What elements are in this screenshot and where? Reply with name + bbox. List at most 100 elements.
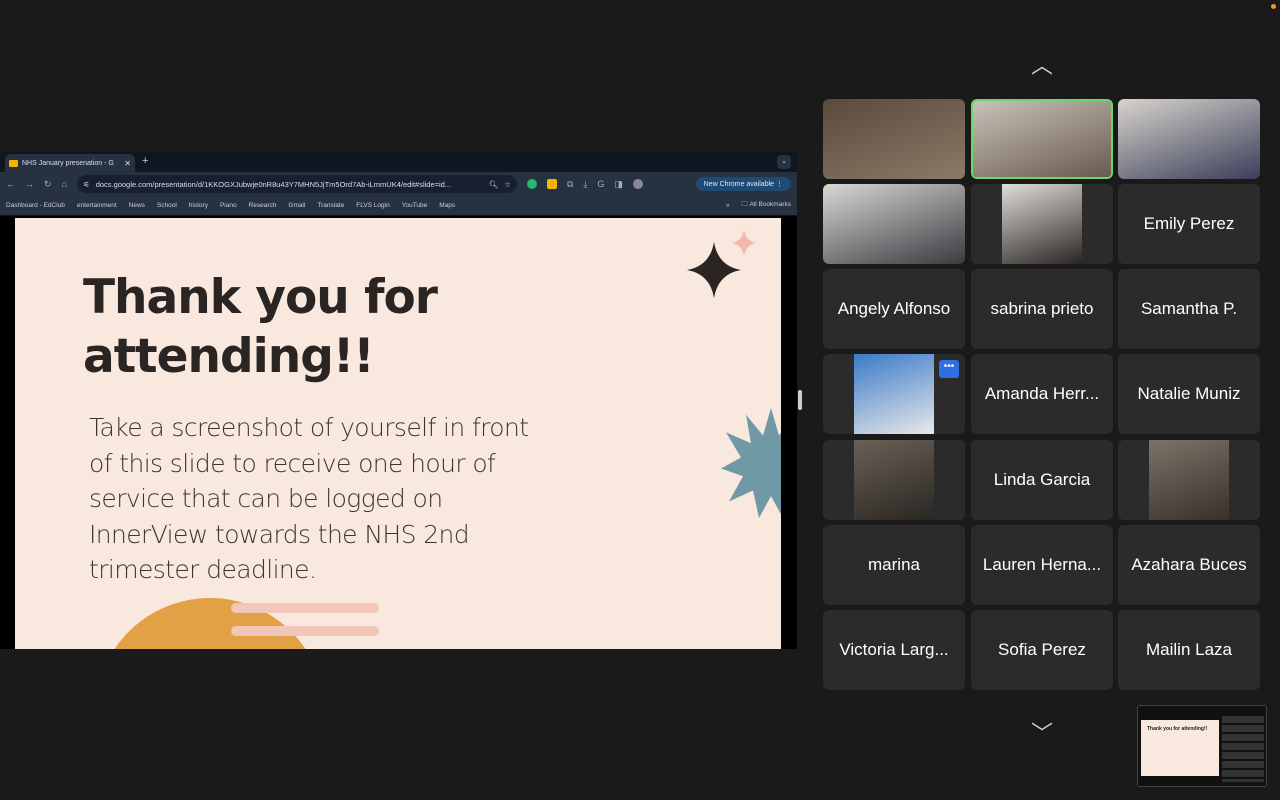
new-chrome-button[interactable]: New Chrome available ⋮ [695,177,791,191]
slide-title: Thank you for attending!! [83,270,438,384]
browser-toolbar: ← → ↻ ⌂ ⚟ docs.google.com/presentation/d… [0,172,797,196]
participant-name: Linda Garcia [993,470,1091,489]
self-view-thumbnail[interactable]: Thank you for attending!! [1137,705,1267,787]
participant-tile[interactable]: Angely Alfonso [823,269,965,349]
bookmark-item[interactable]: FLVS Login [356,202,389,209]
screen-share: NHS January presenation - G ✕ + ⌄ ← → ↻ ⌂… [0,152,797,649]
address-bar[interactable]: ⚟ docs.google.com/presentation/d/1KKOGXJ… [76,175,517,193]
participant-tile[interactable] [971,99,1113,179]
bookmark-item[interactable]: Translate [317,202,344,209]
slides-icon [9,159,18,167]
participant-name: Sofia Perez [998,640,1086,659]
participant-name: Samantha P. [1140,299,1238,318]
keep-icon[interactable] [546,179,557,189]
participant-tile[interactable]: sabrina prieto [971,269,1113,349]
more-options-button[interactable]: ••• [939,360,959,378]
participant-tile[interactable] [1118,99,1260,179]
all-bookmarks-label: All Bookmarks [749,201,791,208]
decorative-starburst [721,408,781,518]
grammarly-icon[interactable] [526,179,537,189]
participant-name: Angely Alfonso [837,299,951,318]
bookmark-item[interactable]: Dashboard - EdClub [6,202,65,209]
bookmark-item[interactable]: Maps [439,202,455,209]
bookmarks-bar: Dashboard - EdClub entertainment News Schoo… [0,196,797,216]
participant-tile[interactable]: Lauren Herna... [971,525,1113,605]
thumbnail-slide: Thank you for attending!! [1141,720,1219,776]
presentation-slide: Thank you for attending!! Take a screens… [15,218,781,649]
forward-icon[interactable]: → [25,179,34,189]
bookmark-item[interactable]: entertainment [77,202,117,209]
participant-tile[interactable] [823,440,965,520]
more-bookmarks-icon[interactable]: » [726,202,730,209]
participant-video [823,99,965,179]
participant-name: Lauren Herna... [982,555,1102,574]
extensions-icon[interactable]: ⧉ [567,179,573,190]
participant-video [854,440,934,520]
new-chrome-label: New Chrome available [703,181,775,188]
bookmark-item[interactable]: School [157,202,177,209]
participant-tile[interactable] [1118,440,1260,520]
tab-title: NHS January presenation - G [22,159,114,167]
participant-video [973,101,1111,177]
sparkle-icon [732,230,756,256]
participant-name: marina [868,555,920,574]
participant-video [1118,99,1260,179]
bookmark-item[interactable]: Gmail [288,202,305,209]
download-icon[interactable]: ⤓ [583,179,587,190]
participant-tile[interactable]: Linda Garcia [971,440,1113,520]
home-icon[interactable]: ⌂ [62,179,67,189]
participant-name: Emily Perez [1143,214,1235,233]
slide-body: Take a screenshot of yourself in front o… [89,413,529,584]
participant-name: Victoria Larg... [839,640,949,659]
back-icon[interactable]: ← [6,179,15,189]
participant-tile[interactable] [823,99,965,179]
bookmark-item[interactable]: News [129,202,145,209]
close-tab-icon[interactable]: ✕ [124,159,131,168]
participant-tile[interactable]: Emily Perez [1118,184,1260,264]
resize-handle[interactable] [798,390,802,410]
bookmark-item[interactable]: Research [249,202,277,209]
bookmark-item[interactable]: history [189,202,208,209]
participant-name: Amanda Herr... [984,384,1100,403]
scroll-down-chevron-icon[interactable]: ﹀ [1026,716,1058,746]
participant-name: sabrina prieto [990,299,1094,318]
profile-avatar[interactable] [632,179,643,189]
participant-tile[interactable] [823,184,965,264]
participant-video [1002,184,1082,264]
participant-name: Mailin Laza [1146,640,1232,659]
all-bookmarks[interactable]: 🗀 All Bookmarks [742,200,792,211]
url-text: docs.google.com/presentation/d/1KKOGXJub… [95,179,452,189]
bookmark-star-icon[interactable]: ☆ [504,180,511,189]
participant-tile[interactable] [971,184,1113,264]
reload-icon[interactable]: ↻ [44,179,52,190]
participant-tile[interactable]: ••• [823,354,965,434]
participant-tile[interactable]: marina [823,525,965,605]
participant-tile[interactable]: Victoria Larg... [823,610,965,690]
participant-tile[interactable]: Mailin Laza [1118,610,1260,690]
google-icon[interactable]: G [597,179,604,189]
tab-search-button[interactable]: ⌄ [777,155,791,169]
scroll-up-chevron-icon[interactable]: ︿ [1026,48,1058,78]
zoom-icon[interactable]: 🔍︎ [489,180,499,189]
participant-video [823,184,965,264]
participant-tile[interactable]: Natalie Muniz [1118,354,1260,434]
decorative-bar [231,603,379,613]
participant-name: Azahara Buces [1131,555,1247,574]
bookmark-item[interactable]: YouTube [402,202,428,209]
browser-tab[interactable]: NHS January presenation - G ✕ [5,154,135,172]
browser-tab-bar: NHS January presenation - G ✕ + ⌄ [0,152,797,172]
thumbnail-grid [1222,716,1264,782]
participant-name: Natalie Muniz [1137,384,1241,403]
recording-indicator [1271,4,1276,9]
participant-video [854,354,934,434]
participant-tile[interactable]: Samantha P. [1118,269,1260,349]
new-tab-button[interactable]: + [142,155,148,167]
bookmark-item[interactable]: Piano [220,202,237,209]
participant-video [1149,440,1229,520]
participant-tile[interactable]: Sofia Perez [971,610,1113,690]
participant-tile[interactable]: Amanda Herr... [971,354,1113,434]
site-settings-icon[interactable]: ⚟ [83,180,90,189]
side-panel-icon[interactable]: ◨ [614,179,623,190]
decorative-bar [231,626,379,636]
participant-tile[interactable]: Azahara Buces [1118,525,1260,605]
